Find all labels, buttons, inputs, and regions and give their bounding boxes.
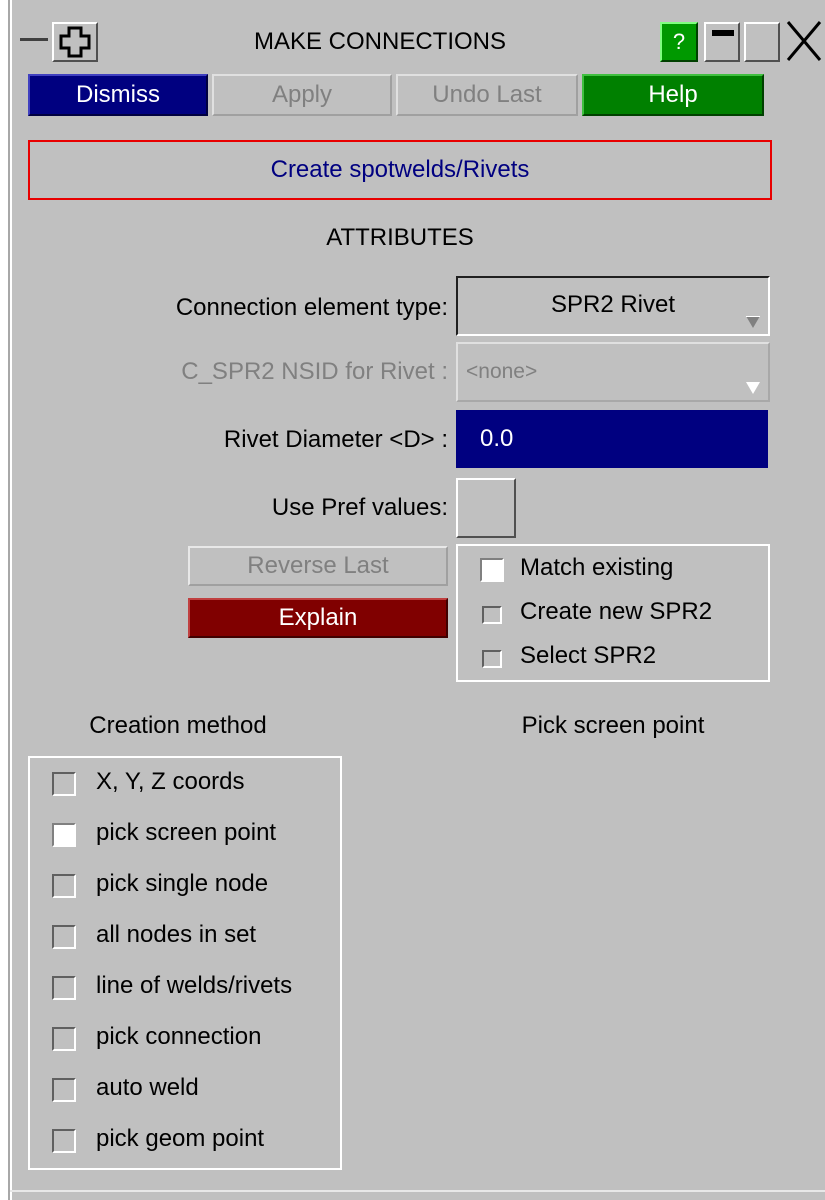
maximize-icon[interactable] [744, 22, 780, 62]
window-title: MAKE CONNECTIONS [253, 28, 507, 55]
move-cross-icon[interactable] [52, 22, 98, 62]
method-label: pick geom point [96, 1125, 265, 1152]
spr2-option-group: Match existing Create new SPR2 Select SP… [456, 544, 770, 682]
pick-screen-point-heading: Pick screen point [521, 712, 705, 739]
method-label: auto weld [96, 1074, 199, 1101]
method-label: pick single node [96, 870, 269, 897]
explain-button[interactable]: Explain [188, 598, 448, 638]
method-checkbox[interactable] [52, 823, 76, 847]
select-spr2-label: Select SPR2 [520, 642, 657, 669]
connection-type-value: SPR2 Rivet [550, 291, 676, 318]
dialog-bottom-border [10, 1190, 825, 1192]
method-label: all nodes in set [96, 921, 257, 948]
create-new-spr2-option[interactable]: Create new SPR2 [458, 592, 768, 632]
apply-button[interactable]: Apply [212, 74, 392, 116]
match-existing-label: Match existing [520, 554, 674, 581]
question-icon[interactable]: ? [660, 22, 698, 62]
dropdown-arrow-icon [746, 316, 760, 328]
minus-icon[interactable] [20, 38, 48, 41]
method-checkbox[interactable] [52, 925, 76, 949]
method-checkbox[interactable] [52, 1129, 76, 1153]
method-all-nodes-in-set[interactable]: all nodes in set [30, 915, 340, 955]
match-existing-option[interactable]: Match existing [458, 548, 768, 588]
connection-type-label: Connection element type: [175, 294, 448, 321]
method-checkbox[interactable] [52, 1078, 76, 1102]
minimize-icon[interactable] [704, 22, 740, 62]
rivet-diameter-label: Rivet Diameter <D> : [223, 426, 448, 453]
method-label: pick connection [96, 1023, 262, 1050]
dismiss-button[interactable]: Dismiss [28, 74, 208, 116]
method-line-of-welds[interactable]: line of welds/rivets [30, 966, 340, 1006]
help-button[interactable]: Help [582, 74, 764, 116]
method-pick-single-node[interactable]: pick single node [30, 864, 340, 904]
attributes-heading: ATTRIBUTES [326, 224, 474, 251]
select-spr2-checkbox[interactable] [482, 650, 502, 668]
method-checkbox[interactable] [52, 976, 76, 1000]
method-pick-screen-point[interactable]: pick screen point [30, 813, 340, 853]
nsid-dropdown: <none> [456, 342, 770, 402]
method-auto-weld[interactable]: auto weld [30, 1068, 340, 1108]
creation-method-group: X, Y, Z coords pick screen point pick si… [28, 756, 342, 1170]
method-label: pick screen point [96, 819, 277, 846]
undo-last-button[interactable]: Undo Last [396, 74, 578, 116]
nsid-value: <none> [466, 360, 538, 383]
method-checkbox[interactable] [52, 874, 76, 898]
creation-method-heading: Creation method [89, 712, 267, 739]
mode-selector-button[interactable]: Create spotwelds/Rivets [28, 140, 772, 200]
method-pick-geom-point[interactable]: pick geom point [30, 1119, 340, 1159]
dropdown-arrow-icon [746, 382, 760, 394]
nsid-label: C_SPR2 NSID for Rivet : [181, 358, 448, 385]
create-new-spr2-checkbox[interactable] [482, 606, 502, 624]
close-icon[interactable] [784, 18, 824, 64]
match-existing-checkbox[interactable] [480, 558, 504, 582]
method-pick-connection[interactable]: pick connection [30, 1017, 340, 1057]
method-label: line of welds/rivets [96, 972, 293, 999]
connection-type-dropdown[interactable]: SPR2 Rivet [456, 276, 770, 336]
create-new-spr2-label: Create new SPR2 [520, 598, 713, 625]
method-checkbox[interactable] [52, 772, 76, 796]
reverse-last-button[interactable]: Reverse Last [188, 546, 448, 586]
select-spr2-option[interactable]: Select SPR2 [458, 636, 768, 676]
rivet-diameter-input[interactable]: 0.0 [456, 410, 768, 468]
method-xyz-coords[interactable]: X, Y, Z coords [30, 762, 340, 802]
method-checkbox[interactable] [52, 1027, 76, 1051]
method-label: X, Y, Z coords [96, 768, 245, 795]
use-pref-values-toggle[interactable] [456, 478, 516, 538]
use-pref-values-label: Use Pref values: [271, 494, 448, 521]
